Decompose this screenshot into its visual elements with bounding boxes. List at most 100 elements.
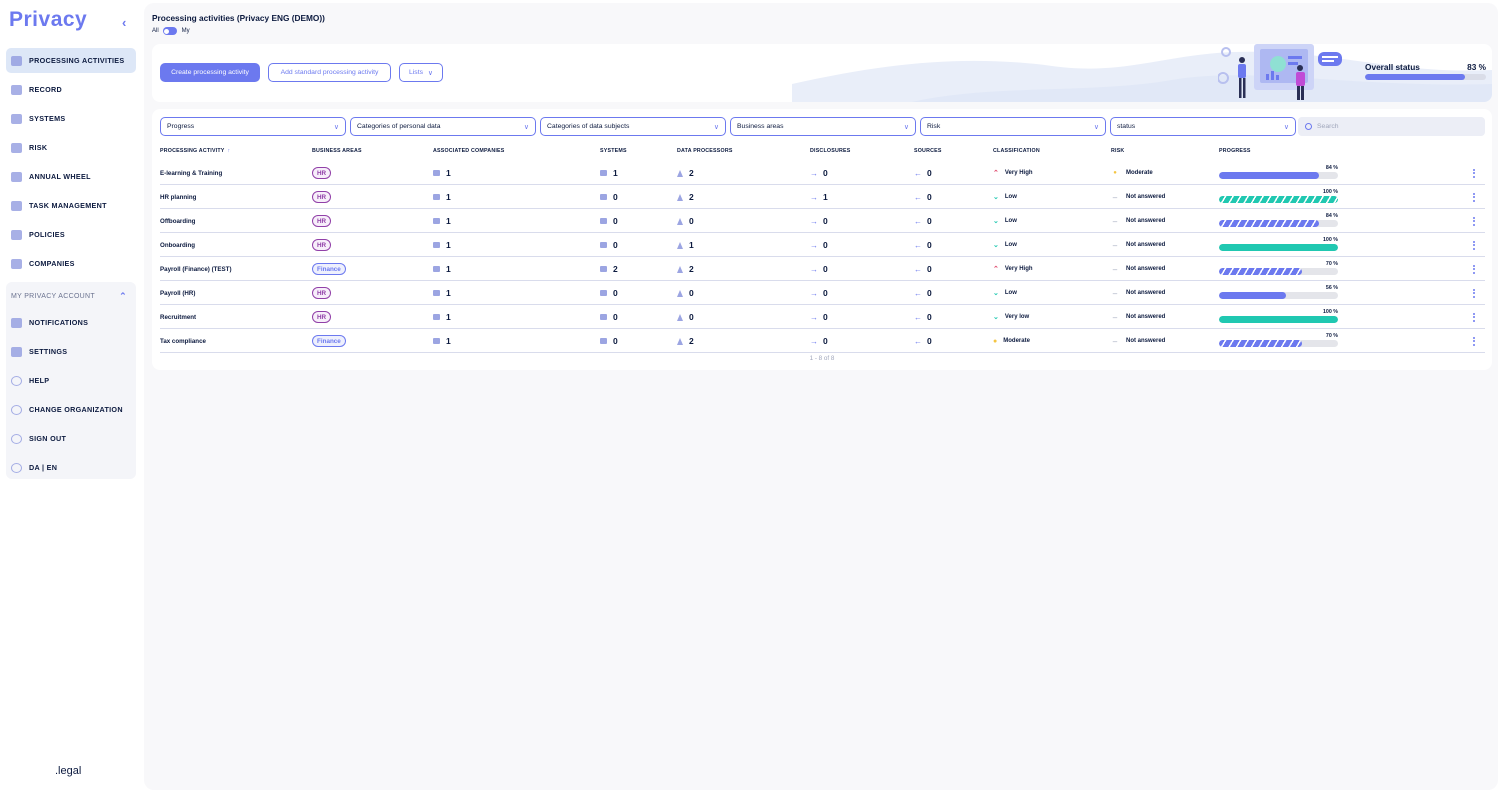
column-header-associated-companies[interactable]: ASSOCIATED COMPANIES [433, 148, 505, 154]
table-row[interactable]: HR planning HR 1 0 2 → 1 ← 0 ⌄ Low – Not answered 100… [160, 185, 1485, 209]
all-my-switch[interactable] [162, 27, 177, 35]
brand-logo[interactable]: Privacy [9, 8, 87, 32]
add-standard-processing-activity-button[interactable]: Add standard processing activity [268, 63, 391, 82]
companies-count: 1 [446, 336, 451, 346]
search-input[interactable]: Search [1298, 117, 1485, 136]
sources-count: 0 [927, 168, 932, 178]
sidebar-item-record[interactable]: RECORD [6, 77, 136, 102]
sources-count: 0 [927, 240, 932, 250]
kebab-dot [1473, 175, 1475, 178]
progress-percent: 100 % [1322, 309, 1338, 315]
table-row[interactable]: Tax compliance Finance 1 0 2 → 0 ← 0 ● Moderate – No… [160, 329, 1485, 353]
column-header-processing-activity[interactable]: PROCESSING ACTIVITY ↑ [160, 148, 230, 154]
filter-risk-dropdown[interactable]: Risk ∨ [920, 117, 1106, 136]
collapse-sidebar-icon[interactable]: ‹ [122, 15, 134, 31]
companies-icon [433, 314, 440, 320]
row-menu-kebab-icon[interactable] [1473, 185, 1475, 209]
activity-name[interactable]: Payroll (Finance) (TEST) [160, 257, 232, 281]
account-item-sign-out[interactable]: SIGN OUT [6, 426, 136, 451]
sidebar-item-risk[interactable]: RISK [6, 135, 136, 160]
toolbar-panel: Create processing activity Add standard … [152, 44, 1492, 102]
disclosures-count-cell: → 0 [810, 233, 828, 257]
sidebar-item-systems[interactable]: SYSTEMS [6, 106, 136, 131]
filter-business-areas-dropdown[interactable]: Business areas ∨ [730, 117, 916, 136]
activity-name[interactable]: Onboarding [160, 233, 195, 257]
dash-icon: – [1112, 312, 1118, 322]
disclosures-count-cell: → 0 [810, 305, 828, 329]
column-header-label: SYSTEMS [600, 148, 627, 154]
account-item-notifications[interactable]: NOTIFICATIONS [6, 310, 136, 335]
table-row[interactable]: Recruitment HR 1 0 0 → 0 ← 0 ⌄ Very low – Not answer… [160, 305, 1485, 329]
sources-count-cell: ← 0 [914, 233, 932, 257]
column-header-risk[interactable]: RISK [1111, 148, 1124, 154]
table-row[interactable]: Offboarding HR 1 0 0 → 0 ← 0 ⌄ Low – Not answered 84 … [160, 209, 1485, 233]
sidebar-item-companies[interactable]: COMPANIES [6, 251, 136, 276]
sidebar-item-policies[interactable]: POLICIES [6, 222, 136, 247]
monitor-icon [600, 242, 607, 248]
arrow-right-icon: → [810, 192, 818, 202]
table-row[interactable]: Payroll (HR) HR 1 0 0 → 0 ← 0 ⌄ Low – Not answered 56… [160, 281, 1485, 305]
column-header-data-processors[interactable]: DATA PROCESSORS [677, 148, 733, 154]
sidebar-item-task-management[interactable]: TASK MANAGEMENT [6, 193, 136, 218]
companies-count-cell: 1 [433, 281, 451, 305]
kebab-dot [1473, 247, 1475, 250]
lists-dropdown[interactable]: Lists ∨ [399, 63, 443, 82]
activity-name[interactable]: Offboarding [160, 209, 195, 233]
row-menu-kebab-icon[interactable] [1473, 305, 1475, 329]
table-row[interactable]: E-learning & Training HR 1 1 2 → 0 ← 0 ⌃ Very High… [160, 161, 1485, 185]
account-section-header[interactable]: MY PRIVACY ACCOUNT ⌃ [6, 282, 136, 310]
row-menu-kebab-icon[interactable] [1473, 257, 1475, 281]
filter-progress-dropdown[interactable]: Progress ∨ [160, 117, 346, 136]
row-menu-kebab-icon[interactable] [1473, 233, 1475, 257]
activity-name[interactable]: Payroll (HR) [160, 281, 195, 305]
systems-count: 2 [613, 264, 618, 274]
row-menu-kebab-icon[interactable] [1473, 329, 1475, 353]
create-processing-activity-button[interactable]: Create processing activity [160, 63, 260, 82]
activity-name[interactable]: Tax compliance [160, 329, 206, 353]
sources-count: 0 [927, 192, 932, 202]
processor-icon [677, 241, 683, 249]
activity-name[interactable]: Recruitment [160, 305, 196, 329]
sign-out-icon [11, 433, 22, 444]
annual-wheel-icon [11, 171, 22, 182]
systems-count-cell: 0 [600, 233, 618, 257]
column-header-business-areas[interactable]: BUSINESS AREAS [312, 148, 362, 154]
column-header-progress[interactable]: PROGRESS [1219, 148, 1251, 154]
sidebar-item-processing-activities[interactable]: PROCESSING ACTIVITIES [6, 48, 136, 73]
column-header-disclosures[interactable]: DISCLOSURES [810, 148, 850, 154]
risk-cell: – Not answered [1111, 281, 1166, 305]
account-section: MY PRIVACY ACCOUNT ⌃ NOTIFICATIONS SETTIN… [6, 282, 136, 479]
business-area-badge: Finance [312, 263, 346, 275]
account-item-help[interactable]: HELP [6, 368, 136, 393]
row-menu-kebab-icon[interactable] [1473, 209, 1475, 233]
sort-ascending-icon: ↑ [227, 148, 231, 154]
table-row[interactable]: Onboarding HR 1 0 1 → 0 ← 0 ⌄ Low – Not answered 100 … [160, 233, 1485, 257]
table-row[interactable]: Payroll (Finance) (TEST) Finance 1 2 2 → 0 ← 0 ⌃ V… [160, 257, 1485, 281]
progress-fill [1219, 172, 1319, 179]
filter-categories-of-personal-data-dropdown[interactable]: Categories of personal data ∨ [350, 117, 536, 136]
account-item-change-organization[interactable]: CHANGE ORGANIZATION [6, 397, 136, 422]
row-menu-kebab-icon[interactable] [1473, 161, 1475, 185]
column-header-label: DATA PROCESSORS [677, 148, 733, 154]
row-menu-kebab-icon[interactable] [1473, 281, 1475, 305]
sidebar-item-annual-wheel[interactable]: ANNUAL WHEEL [6, 164, 136, 189]
filter-status-dropdown[interactable]: status ∨ [1110, 117, 1296, 136]
column-header-classification[interactable]: CLASSIFICATION [993, 148, 1040, 154]
filter-categories-of-data-subjects-dropdown[interactable]: Categories of data subjects ∨ [540, 117, 726, 136]
arrow-left-icon: ← [914, 192, 922, 202]
activity-name[interactable]: E-learning & Training [160, 161, 222, 185]
kebab-dot [1473, 312, 1475, 315]
progress-bar [1219, 340, 1338, 347]
account-item-settings[interactable]: SETTINGS [6, 339, 136, 364]
column-header-sources[interactable]: SOURCES [914, 148, 942, 154]
column-header-systems[interactable]: SYSTEMS [600, 148, 627, 154]
kebab-dot [1473, 288, 1475, 291]
risk-icon [11, 142, 22, 153]
activity-name[interactable]: HR planning [160, 185, 196, 209]
processors-count-cell: 0 [677, 209, 694, 233]
processors-count-cell: 0 [677, 281, 694, 305]
processor-icon [677, 169, 683, 177]
account-section-title: MY PRIVACY ACCOUNT [11, 292, 95, 300]
account-item-da-en[interactable]: DA | EN [6, 455, 136, 480]
chevron-down-icon: ∨ [427, 69, 433, 77]
